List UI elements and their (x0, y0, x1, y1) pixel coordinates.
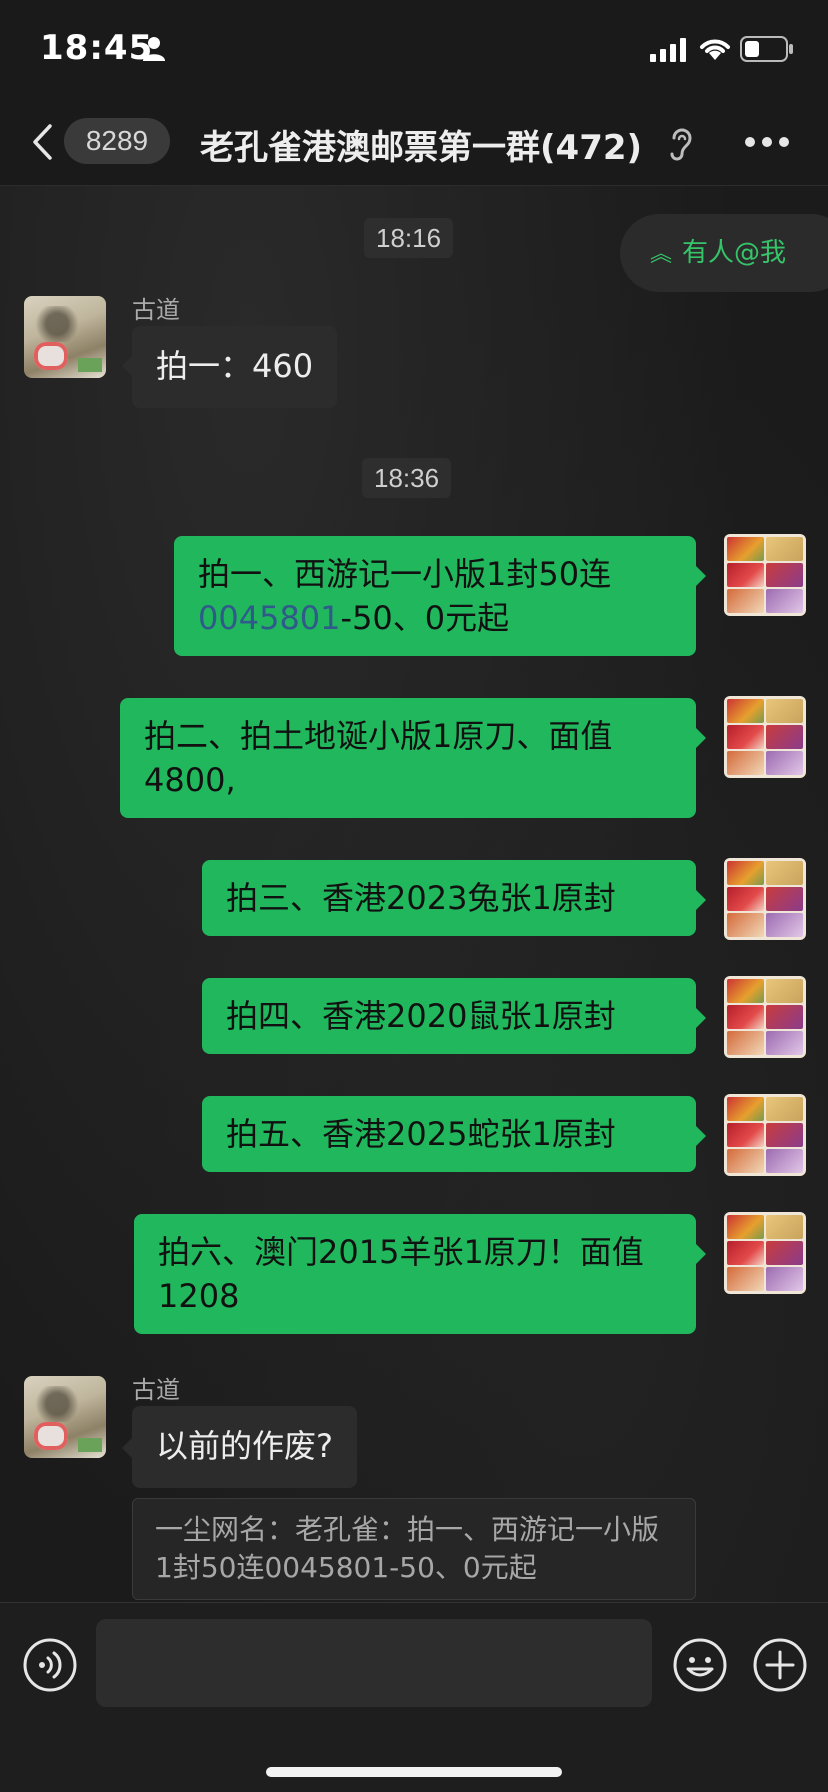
avatar[interactable] (724, 534, 806, 616)
ear-icon (670, 128, 692, 161)
plus-icon[interactable] (752, 1637, 808, 1693)
bubble-tail (696, 890, 706, 910)
message-bubble-outgoing[interactable]: 拍六、澳门2015羊张1原刀！面值1208 (134, 1214, 696, 1334)
bubble-tail (122, 356, 132, 376)
message-bubble-incoming[interactable]: 拍一：460 (132, 326, 338, 408)
chat-title[interactable]: 老孔雀港澳邮票第一群(472) (200, 120, 642, 169)
timestamp: 18:36 (362, 458, 452, 498)
bubble-tail (696, 1126, 706, 1146)
message-bubble-outgoing[interactable]: 拍四、香港2020鼠张1原封 (202, 978, 696, 1054)
message-input[interactable] (96, 1619, 652, 1707)
mention-me-button[interactable]: ︽ 有人@我 (620, 214, 828, 292)
avatar[interactable] (724, 1094, 806, 1176)
wifi-icon (700, 39, 730, 60)
status-time: 18:45 (40, 28, 154, 68)
person-icon (143, 37, 165, 61)
timestamp: 18:16 (364, 218, 454, 258)
more-icon[interactable] (744, 136, 790, 148)
emoji-icon[interactable] (672, 1637, 728, 1693)
bubble-tail (696, 728, 706, 748)
avatar[interactable] (724, 1212, 806, 1294)
message-bubble-outgoing[interactable]: 拍一、西游记一小版1封50连 0045801-50、0元起 (174, 536, 696, 656)
sender-name: 古道 (132, 1376, 180, 1404)
bubble-tail (696, 566, 706, 586)
avatar[interactable] (24, 1376, 106, 1458)
avatar[interactable] (24, 296, 106, 378)
status-bar: 18:45 (0, 0, 828, 100)
signal-icon (650, 38, 686, 62)
message-bubble-outgoing[interactable]: 拍二、拍土地诞小版1原刀、面值4800, (120, 698, 696, 818)
avatar[interactable] (724, 696, 806, 778)
nav-bar: 8289 老孔雀港澳邮票第一群(472) (0, 100, 828, 186)
avatar[interactable] (724, 858, 806, 940)
bubble-tail (122, 1438, 132, 1458)
mention-label: 有人@我 (682, 238, 787, 268)
message-bubble-outgoing[interactable]: 拍五、香港2025蛇张1原封 (202, 1096, 696, 1172)
bubble-tail (696, 1244, 706, 1264)
double-chevron-up-icon: ︽ (650, 242, 673, 267)
battery-icon (740, 36, 793, 62)
message-text: -50、0元起 (340, 599, 510, 637)
chat-screen: 18:45 8289 老孔雀港澳邮票第一群(472) ︽ 有人@我 18:16 … (0, 0, 828, 1792)
message-text: 拍一、西游记一小版1封50连 (198, 555, 612, 593)
message-bubble-outgoing[interactable]: 拍三、香港2023兔张1原封 (202, 860, 696, 936)
message-link[interactable]: 0045801 (198, 599, 341, 637)
bubble-tail (696, 1008, 706, 1028)
back-icon[interactable] (30, 122, 54, 162)
sender-name: 古道 (132, 296, 180, 324)
voice-icon[interactable] (22, 1637, 78, 1693)
home-indicator (266, 1767, 562, 1777)
message-bubble-incoming[interactable]: 以前的作废? (132, 1406, 357, 1488)
avatar[interactable] (724, 976, 806, 1058)
quoted-message[interactable]: 一尘网名：老孔雀：拍一、西游记一小版1封50连0045801-50、0元起 (132, 1498, 696, 1600)
input-bar (0, 1602, 828, 1792)
unread-count-badge[interactable]: 8289 (64, 118, 170, 164)
